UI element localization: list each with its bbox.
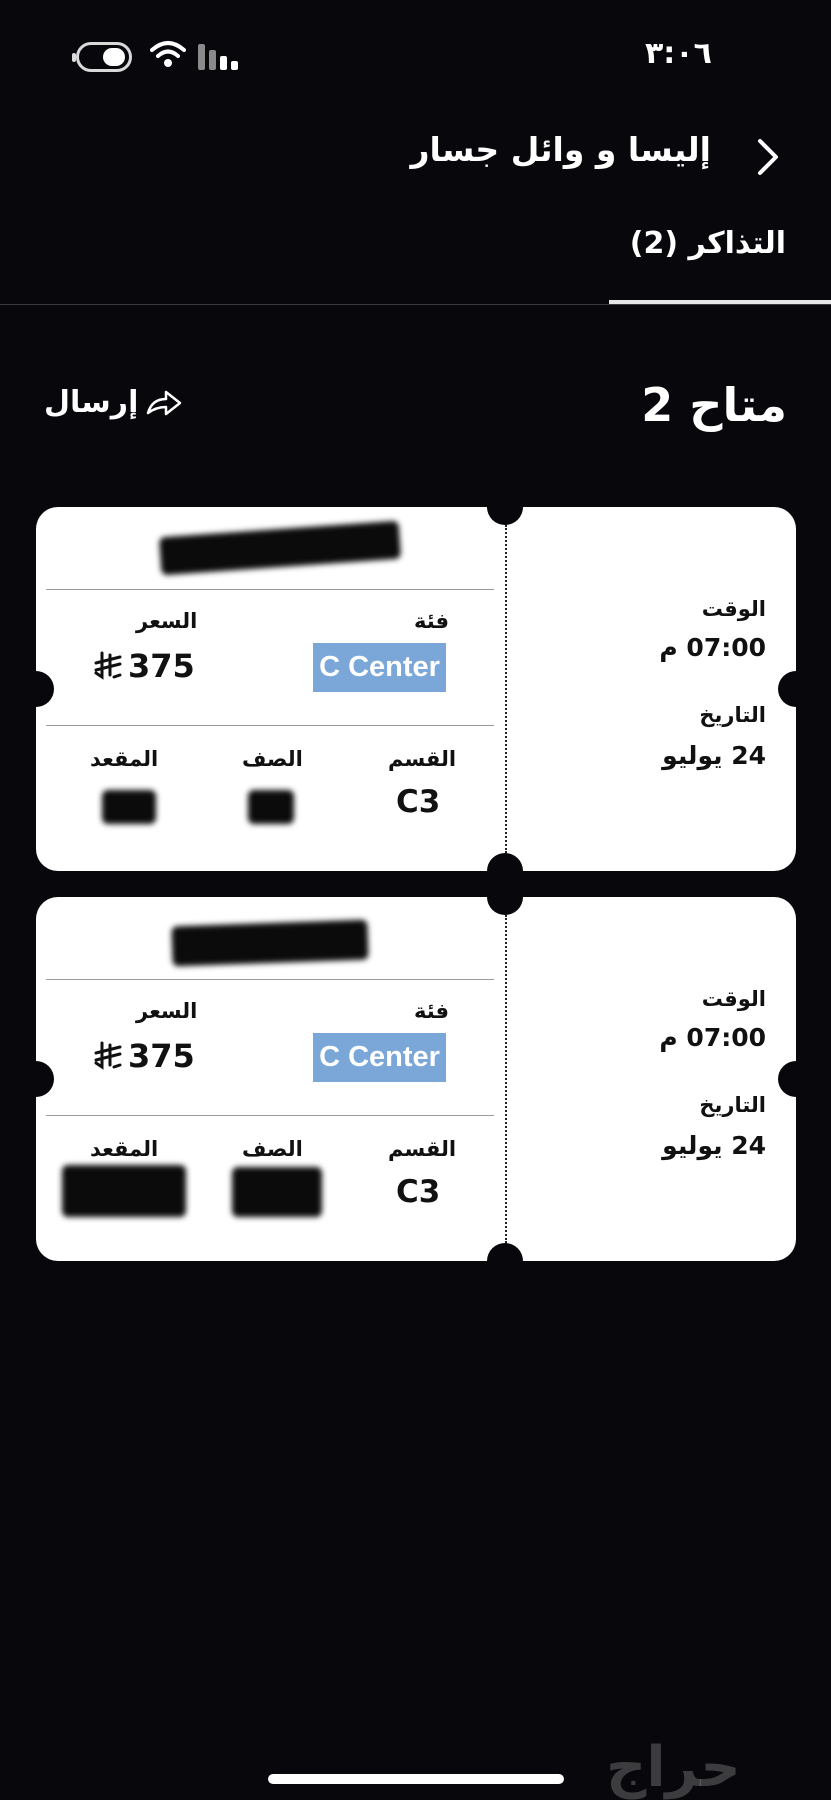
section-label: القسم [388, 1137, 457, 1161]
tab-tickets[interactable]: التذاكر (2) [630, 226, 786, 261]
screen: ٣:٠٦ إليسا و وائل جسار التذاكر (2) متاح … [0, 0, 831, 1800]
row-label: الصف [242, 1137, 303, 1161]
redacted-name [158, 520, 402, 576]
available-count: متاح 2 [641, 378, 787, 432]
section-value: C3 [396, 784, 441, 820]
battery-icon [72, 42, 132, 72]
date-value: 24 يوليو [662, 741, 766, 770]
row-label: الصف [242, 747, 303, 771]
time-value: 07:00 م [659, 633, 766, 662]
price-amount: 375 [128, 647, 195, 685]
ticket-card[interactable]: فئة C Center السعر 375 القسم C3 الصف الم… [18, 879, 814, 1279]
price-label: السعر [136, 609, 198, 633]
redacted-seat [102, 790, 156, 824]
time-label: الوقت [701, 597, 766, 621]
price-value: 375 [94, 1037, 195, 1075]
date-value: 24 يوليو [662, 1131, 766, 1160]
section-value: C3 [396, 1174, 441, 1210]
time-value: 07:00 م [659, 1023, 766, 1052]
redacted-name [171, 919, 369, 967]
category-label: فئة [414, 609, 450, 633]
seat-label: المقعد [90, 747, 159, 771]
share-icon [147, 390, 182, 415]
price-amount: 375 [128, 1037, 195, 1075]
category-value: C Center [313, 643, 446, 692]
perforation [505, 915, 507, 1243]
ticket-card[interactable]: فئة C Center السعر 375 القسم C3 الصف الم… [18, 489, 814, 889]
redacted-row [232, 1167, 322, 1217]
perforation [505, 525, 507, 853]
wifi-icon [150, 41, 186, 67]
riyal-icon [94, 1041, 122, 1070]
time-label: الوقت [701, 987, 766, 1011]
send-label: إرسال [44, 385, 139, 420]
date-label: التاريخ [699, 1093, 766, 1117]
date-label: التاريخ [699, 703, 766, 727]
section-label: القسم [388, 747, 457, 771]
seat-label: المقعد [90, 1137, 159, 1161]
tab-indicator [609, 300, 831, 304]
riyal-icon [94, 651, 122, 680]
status-time: ٣:٠٦ [645, 36, 712, 71]
price-value: 375 [94, 647, 195, 685]
category-label: فئة [414, 999, 450, 1023]
signal-icon [198, 42, 244, 70]
redacted-row [248, 790, 294, 824]
chevron-back-icon[interactable] [756, 137, 780, 177]
price-label: السعر [136, 999, 198, 1023]
send-button[interactable]: إرسال [44, 385, 184, 420]
header-divider [0, 304, 831, 305]
redacted-seat [62, 1165, 186, 1217]
category-value: C Center [313, 1033, 446, 1082]
event-title: إليسا و وائل جسار [410, 130, 711, 169]
watermark: حراج [606, 1735, 741, 1800]
home-indicator[interactable] [268, 1774, 564, 1784]
